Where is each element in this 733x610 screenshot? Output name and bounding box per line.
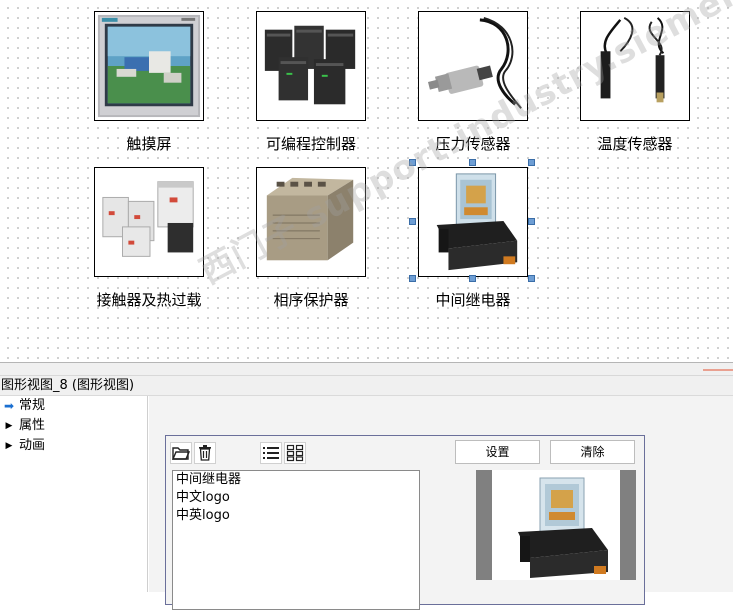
pressure-sensor-image [418, 11, 528, 121]
canvas-item-label: 触摸屏 [126, 135, 172, 153]
canvas-item-label: 相序保护器 [273, 291, 349, 309]
canvas-item-label: 压力传感器 [435, 135, 511, 153]
list-item[interactable]: 中英logo [173, 507, 419, 525]
resize-handle-e[interactable] [528, 218, 535, 225]
grid-view-icon [286, 444, 304, 462]
expand-triangle-icon[interactable]: ▶ [4, 436, 14, 456]
folder-open-icon [172, 447, 190, 460]
resize-handle-n[interactable] [469, 159, 476, 166]
resize-handle-sw[interactable] [409, 275, 416, 282]
canvas-item-label: 接触器及热过载 [96, 291, 202, 309]
settings-button[interactable]: 设置 [455, 440, 540, 464]
resize-handle-ne[interactable] [528, 159, 535, 166]
resize-handle-nw[interactable] [409, 159, 416, 166]
resize-handle-se[interactable] [528, 275, 535, 282]
list-item[interactable]: 中间继电器 [173, 471, 419, 489]
touchscreen-image [94, 11, 204, 121]
canvas-item-pressure-sensor[interactable]: 压力传感器 [417, 11, 529, 154]
canvas-item-phase-protector[interactable]: 相序保护器 [255, 167, 367, 310]
canvas-item-label: 温度传感器 [597, 135, 673, 153]
canvas-item-label: 中间继电器 [435, 291, 511, 309]
grid-view-button[interactable] [284, 442, 306, 464]
resize-handle-s[interactable] [469, 275, 476, 282]
canvas-item-temperature-sensor[interactable]: 温度传感器 [579, 11, 691, 154]
expand-triangle-icon[interactable]: ▶ [4, 416, 14, 436]
splitter-marker [703, 369, 733, 371]
relay-image [418, 167, 528, 277]
canvas-item-label: 可编程控制器 [265, 135, 356, 153]
clear-button[interactable]: 清除 [550, 440, 635, 464]
graphics-list[interactable]: 中间继电器 中文logo 中英logo [172, 470, 420, 610]
nav-item-label: 属性 [19, 418, 46, 433]
graphics-group: 设置 清除 中间继电器 中文logo 中英logo [165, 435, 645, 610]
open-button[interactable] [170, 442, 192, 464]
panel-splitter[interactable] [0, 362, 733, 376]
properties-nav: ➡ 常规 ▶ 属性 ▶ 动画 [0, 396, 148, 592]
properties-title: 图形视图_8 (图形视图) [0, 376, 733, 396]
list-view-icon [263, 447, 279, 459]
arrow-right-icon: ➡ [4, 399, 15, 413]
plc-image [256, 11, 366, 121]
nav-item-properties[interactable]: ▶ 属性 [0, 416, 147, 436]
graphic-preview [476, 470, 636, 580]
properties-content: 设置 清除 中间继电器 中文logo 中英logo [149, 396, 733, 610]
list-view-button[interactable] [260, 442, 282, 464]
contactor-image [94, 167, 204, 277]
resize-handle-w[interactable] [409, 218, 416, 225]
nav-item-general[interactable]: ➡ 常规 [0, 396, 147, 416]
relay-preview-image [492, 470, 620, 580]
canvas-item-touchscreen[interactable]: 触摸屏 [93, 11, 205, 154]
delete-button[interactable] [194, 442, 216, 464]
graphics-canvas[interactable]: 触摸屏 可编程控制器 压力传感器 温度传感器 接触器及热过载 相序保护器 中间继… [0, 0, 733, 362]
canvas-item-plc[interactable]: 可编程控制器 [255, 11, 367, 154]
phase-protector-image [256, 167, 366, 277]
nav-item-animation[interactable]: ▶ 动画 [0, 436, 147, 456]
trash-icon [199, 445, 211, 461]
canvas-item-contactor[interactable]: 接触器及热过载 [93, 167, 205, 310]
nav-item-label: 动画 [19, 438, 46, 453]
list-item[interactable]: 中文logo [173, 489, 419, 507]
canvas-item-relay[interactable]: 中间继电器 [409, 159, 535, 310]
temperature-sensor-image [580, 11, 690, 121]
nav-item-label: 常规 [19, 398, 46, 413]
